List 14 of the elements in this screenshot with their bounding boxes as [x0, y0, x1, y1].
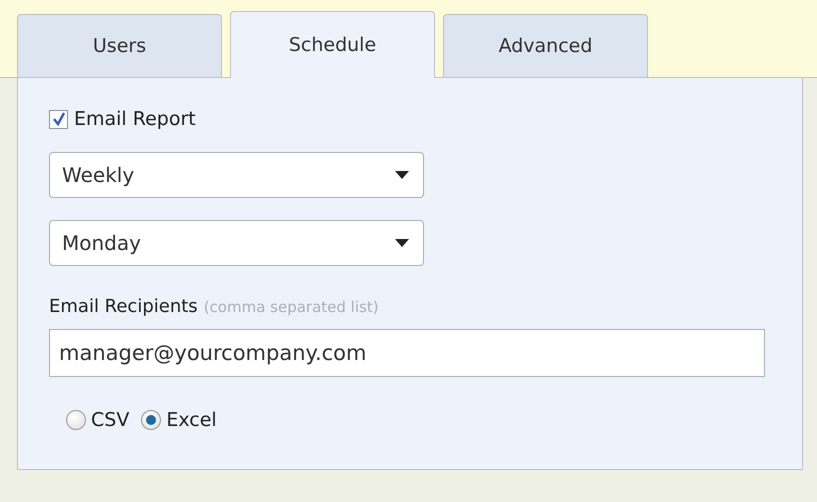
- caret-icon: [395, 171, 409, 179]
- tab[interactable]: Advanced: [443, 14, 648, 77]
- checkbox-label: Email Report: [74, 108, 196, 130]
- checkbox[interactable]: [49, 110, 68, 128]
- dropdown[interactable]: Monday: [49, 220, 424, 266]
- tab[interactable]: Schedule: [230, 11, 435, 78]
- radio-option[interactable]: Excel: [141, 409, 217, 431]
- caret-icon: [395, 239, 409, 247]
- tab[interactable]: Users: [17, 14, 222, 77]
- dropdown[interactable]: Weekly: [49, 152, 424, 198]
- radio-option[interactable]: CSV: [66, 409, 130, 431]
- field-hint: (comma separated list): [204, 298, 379, 316]
- input-field[interactable]: manager@yourcompany.com: [49, 329, 765, 377]
- field-label: Email Recipients: [49, 296, 198, 317]
